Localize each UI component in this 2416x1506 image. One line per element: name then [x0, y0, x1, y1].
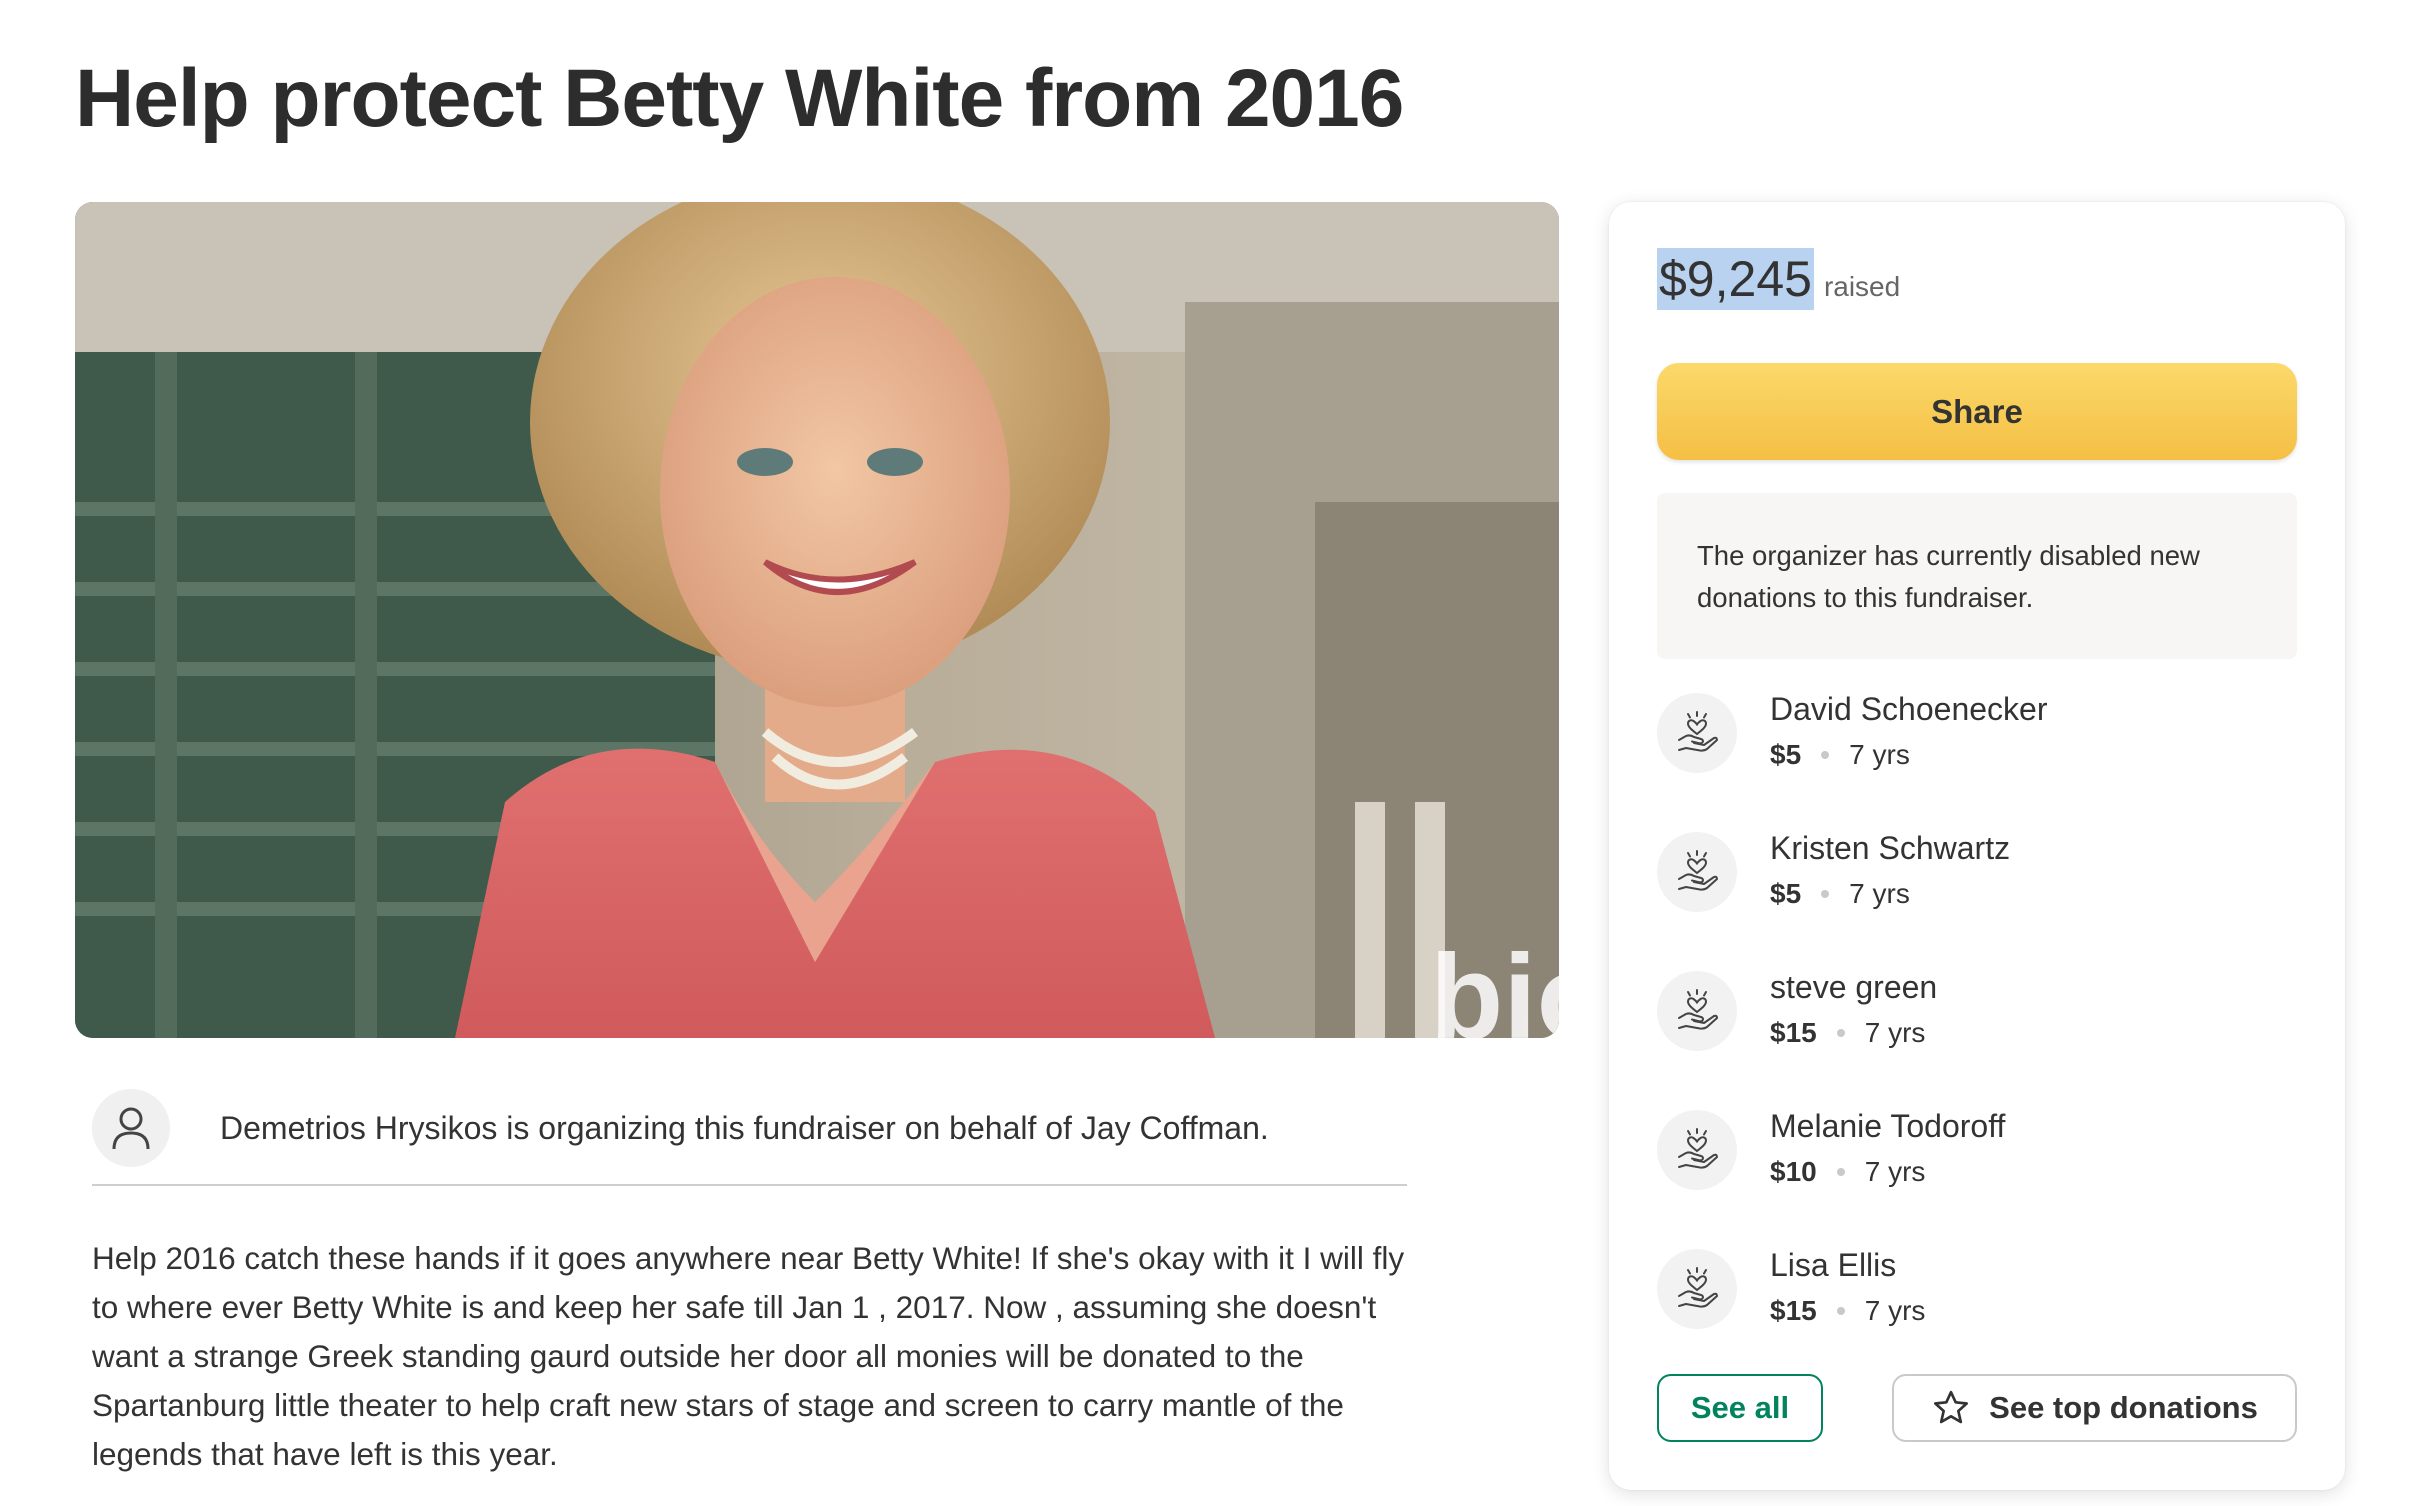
donation-amount: $15 [1770, 1017, 1817, 1048]
separator-dot [1836, 1307, 1845, 1315]
donation-item: Melanie Todoroff $10 7 yrs [1657, 1108, 2297, 1208]
donation-amount: $5 [1770, 878, 1802, 909]
separator-dot [1821, 751, 1830, 759]
organizer-text: Demetrios Hrysikos is organizing this fu… [220, 1109, 1269, 1146]
donation-time: 7 yrs [1864, 1156, 1926, 1187]
donation-meta: $5 7 yrs [1770, 878, 1910, 910]
donation-card: $9,245 raised Share The organizer has cu… [1609, 202, 2345, 1490]
donation-item: steve green $15 7 yrs [1657, 969, 2297, 1069]
story-text: Help 2016 catch these hands if it goes a… [92, 1240, 1405, 1472]
separator-dot [1821, 890, 1830, 898]
donor-name: David Schoenecker [1770, 691, 2048, 727]
donation-meta: $15 7 yrs [1770, 1295, 1925, 1327]
star-icon [1931, 1388, 1971, 1428]
donation-meta: $15 7 yrs [1770, 1017, 1925, 1049]
person-icon [92, 1089, 170, 1167]
hero-image: bio [75, 202, 1559, 1038]
donation-amount: $10 [1770, 1156, 1817, 1187]
share-button[interactable]: Share [1657, 363, 2297, 460]
donor-name: Kristen Schwartz [1770, 830, 2011, 866]
heart-hand-icon [1657, 1249, 1737, 1329]
donation-time: 7 yrs [1849, 878, 1910, 909]
see-top-donations-button[interactable]: See top donations [1892, 1374, 2297, 1442]
heart-hand-icon [1657, 693, 1737, 773]
donation-item: David Schoenecker $5 7 yrs [1657, 691, 2297, 791]
donor-name: steve green [1770, 969, 1938, 1005]
see-all-button[interactable]: See all [1657, 1374, 1823, 1442]
donation-time: 7 yrs [1864, 1017, 1926, 1048]
page-title: Help protect Betty White from 2016 [75, 53, 1404, 144]
heart-hand-icon [1657, 832, 1737, 912]
separator-dot [1836, 1029, 1845, 1037]
donation-item: Kristen Schwartz $5 7 yrs [1657, 830, 2297, 930]
see-top-donations-label: See top donations [1989, 1390, 2258, 1425]
heart-hand-icon [1657, 971, 1737, 1051]
raised-label: raised [1823, 271, 1901, 302]
donation-time: 7 yrs [1864, 1295, 1926, 1326]
donation-meta: $10 7 yrs [1770, 1156, 1925, 1188]
donation-time: 7 yrs [1849, 739, 1910, 770]
divider [92, 1184, 1407, 1186]
donation-amount: $5 [1770, 739, 1802, 770]
raised-summary: $9,245 raised [1657, 248, 1900, 310]
watermark-text: bio [1430, 930, 1559, 1038]
donation-amount: $15 [1770, 1295, 1817, 1326]
separator-dot [1836, 1168, 1845, 1176]
donor-name: Melanie Todoroff [1770, 1108, 2006, 1144]
heart-hand-icon [1657, 1110, 1737, 1190]
raised-amount: $9,245 [1657, 248, 1814, 310]
donation-meta: $5 7 yrs [1770, 739, 1910, 771]
donation-item: Lisa Ellis $15 7 yrs [1657, 1247, 2297, 1347]
donor-name: Lisa Ellis [1770, 1247, 1897, 1283]
donations-disabled-notice: The organizer has currently disabled new… [1657, 493, 2297, 659]
organizer-row: Demetrios Hrysikos is organizing this fu… [92, 1070, 1407, 1186]
